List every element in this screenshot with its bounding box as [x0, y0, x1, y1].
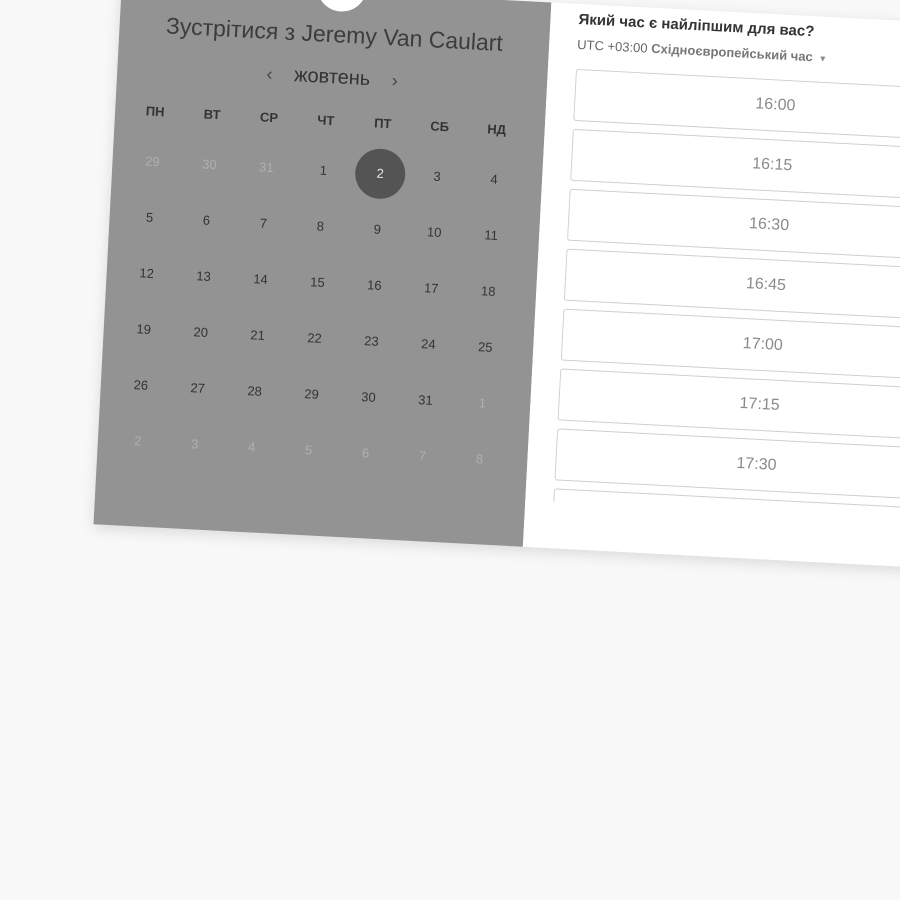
calendar-day: 1 — [478, 395, 487, 411]
calendar-day[interactable]: 19 — [123, 309, 165, 351]
calendar-day[interactable]: 17 — [410, 268, 452, 310]
weekday-label: СБ — [430, 118, 450, 135]
calendar-day: 29 — [144, 153, 161, 170]
calendar-day[interactable]: 28 — [234, 370, 276, 412]
calendar-day[interactable]: 5 — [129, 197, 171, 239]
calendar-day[interactable]: 27 — [177, 368, 219, 410]
weekday-label: ВТ — [203, 106, 221, 123]
host-avatar — [315, 0, 369, 13]
month-label: жовтень — [293, 64, 371, 91]
timezone-name: Східноєвропейський час — [650, 40, 814, 65]
scheduler-card: Зустрітися з Jeremy Van Caulart ‹ жовтен… — [93, 0, 900, 571]
meeting-title: Зустрітися з Jeremy Van Caulart — [119, 10, 550, 59]
weekday-label: ПН — [145, 103, 165, 120]
weekday-label: ЧТ — [317, 112, 335, 129]
calendar-day[interactable]: 16 — [353, 265, 395, 307]
calendar-day[interactable]: 9 — [356, 209, 398, 251]
calendar-day[interactable]: 14 — [239, 259, 281, 301]
timezone-offset: UTC +03:00 — [576, 36, 649, 56]
calendar-day[interactable]: 13 — [183, 256, 225, 298]
calendar-day[interactable]: 24 — [407, 324, 449, 366]
host-name: Jeremy Van Caulart — [300, 19, 504, 57]
timezone-selector[interactable]: UTC +03:00 Східноєвропейський час ▾ — [577, 37, 826, 65]
calendar-grid: 29 30 31 1 2 3 4 5 6 7 8 9 10 11 12 13 14 15 16 17 18 19 20 21 2… — [123, 147, 543, 501]
weekday-label: СР — [259, 109, 279, 126]
title-prefix: Зустрітися з — [165, 12, 296, 46]
month-navigation: ‹ жовтень › — [117, 55, 548, 101]
calendar-day[interactable]: 31 — [404, 379, 446, 421]
calendar-day: 4 — [247, 439, 256, 455]
calendar-day: 6 — [361, 445, 370, 461]
calendar-day[interactable]: 29 — [291, 373, 333, 415]
calendar-day[interactable]: 1 — [302, 150, 344, 192]
calendar-day[interactable]: 6 — [185, 200, 227, 242]
weekday-label: ПТ — [373, 115, 392, 132]
calendar-day[interactable]: 12 — [126, 253, 168, 295]
weekday-header: ПН ВТ СР ЧТ ПТ СБ НД — [145, 103, 545, 144]
calendar-day[interactable]: 4 — [473, 159, 515, 201]
calendar-day[interactable]: 23 — [350, 321, 392, 363]
calendar-day: 8 — [475, 451, 484, 467]
chevron-down-icon: ▾ — [819, 53, 826, 65]
calendar-day[interactable]: 20 — [180, 312, 222, 354]
calendar-day: 5 — [304, 442, 313, 458]
calendar-day[interactable]: 22 — [293, 318, 335, 360]
calendar-day[interactable]: 8 — [299, 206, 341, 248]
calendar-day[interactable]: 11 — [470, 215, 512, 257]
calendar-day[interactable]: 21 — [237, 315, 279, 357]
weekday-label: НД — [486, 121, 507, 138]
calendar-day: 3 — [190, 436, 199, 452]
calendar-day[interactable]: 30 — [347, 376, 389, 418]
calendar-day: 2 — [133, 433, 142, 449]
calendar-day[interactable]: 25 — [464, 326, 506, 368]
calendar-day-selected[interactable]: 2 — [353, 147, 407, 201]
calendar-day[interactable]: 18 — [467, 271, 509, 313]
calendar-day[interactable]: 10 — [413, 212, 455, 254]
calendar-panel: Зустрітися з Jeremy Van Caulart ‹ жовтен… — [93, 0, 552, 547]
calendar-day[interactable]: 3 — [416, 156, 458, 198]
calendar-day[interactable]: 26 — [120, 365, 162, 407]
prev-month-button[interactable]: ‹ — [250, 63, 289, 86]
time-panel: Який час є найліпшим для вас? UTC +03:00… — [522, 2, 900, 571]
calendar-day: 31 — [258, 159, 275, 176]
next-month-button[interactable]: › — [375, 70, 414, 93]
time-slot-list: 16:00 16:15 16:30 16:45 17:00 17:15 17:30 — [553, 68, 900, 524]
time-question: Який час є найліпшим для вас? — [578, 10, 815, 41]
calendar-day[interactable]: 7 — [242, 203, 284, 245]
calendar-day[interactable]: 15 — [296, 262, 338, 304]
calendar-day: 7 — [418, 448, 427, 464]
calendar-day: 30 — [201, 156, 218, 173]
